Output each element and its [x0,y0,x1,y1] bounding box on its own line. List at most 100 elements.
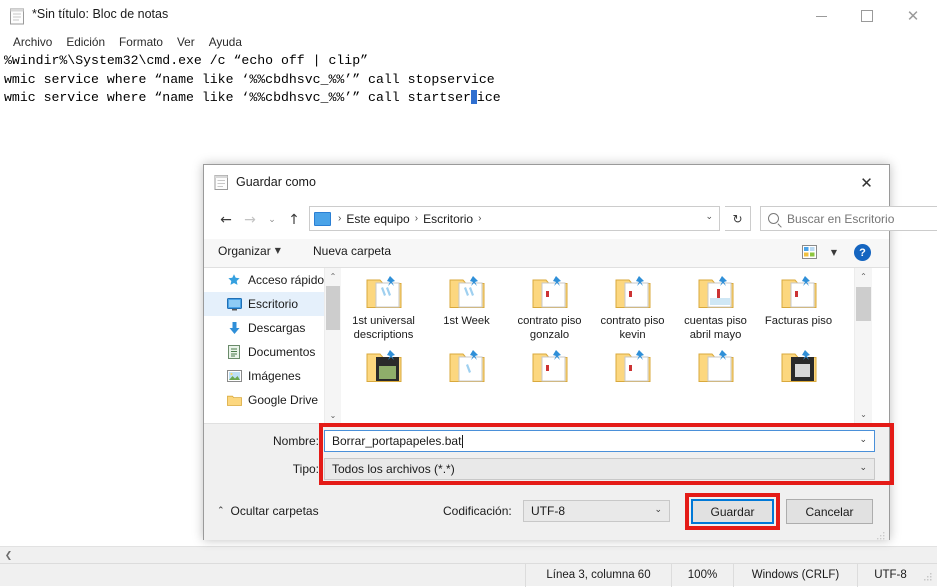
sidebar-item-documentos[interactable]: Documentos [204,340,341,364]
menu-item-ver[interactable]: Ver [170,34,202,50]
folder-shortcut-icon [363,274,405,312]
breadcrumb[interactable]: › Este equipo › Escritorio › ⌄ [309,206,720,231]
star-icon [226,272,242,288]
sidebar-item-label: Descargas [248,321,306,335]
refresh-button[interactable]: ↻ [725,206,751,231]
this-pc-icon [314,211,331,226]
chevron-down-icon[interactable]: ⌄ [859,435,867,445]
save-button[interactable]: Guardar [691,499,774,524]
scroll-left-icon[interactable]: ❮ [0,547,17,564]
breadcrumb-separator: › [478,213,482,224]
maximize-button[interactable] [844,0,890,32]
folder-shortcut-icon [529,348,571,386]
folder-shortcut-icon [612,348,654,386]
file-item[interactable]: Facturas piso [757,268,840,342]
chevron-down-icon[interactable]: ⌄ [859,463,867,473]
file-name: cuentas piso abril mayo [684,315,747,341]
file-item[interactable] [508,342,591,389]
help-button[interactable]: ? [854,244,871,261]
file-item[interactable]: contrato piso kevin [591,268,674,342]
sidebar-item-imagenes[interactable]: Imágenes [204,364,341,388]
arrow-up-icon: ↑ [288,212,300,228]
forward-button[interactable]: → [239,209,261,231]
menu-item-edicion[interactable]: Edición [59,34,112,50]
file-type-select[interactable]: Todos los archivos (*.*) ⌄ [324,458,875,480]
file-item[interactable] [591,342,674,389]
scroll-up-icon[interactable]: ⌃ [325,268,341,284]
file-item[interactable] [757,342,840,389]
sidebar-item-label: Documentos [248,345,316,359]
screen: *Sin título: Bloc de notas ✕ Archivo Edi… [0,0,937,587]
organizar-button[interactable]: Organizar ▼ [218,244,281,258]
chevron-down-icon[interactable]: ▼ [831,248,837,257]
ocultar-carpetas-label: Ocultar carpetas [230,504,319,518]
cancel-button[interactable]: Cancelar [786,499,873,524]
file-item[interactable] [674,342,757,389]
file-list-scrollbar[interactable]: ⌃ ⌄ [854,268,872,423]
menu-item-ayuda[interactable]: Ayuda [202,34,249,50]
view-mode-icon[interactable] [802,245,817,259]
resize-grip-icon [877,528,886,540]
sidebar-scrollbar[interactable]: ⌃ ⌄ [324,268,341,423]
breadcrumb-item-este-equipo[interactable]: Este equipo [346,212,409,226]
close-button[interactable]: ✕ [890,0,936,32]
file-item[interactable]: 1st Week [425,268,508,342]
folder-shortcut-icon [695,348,737,386]
menu-item-formato[interactable]: Formato [112,34,170,50]
navigation-sidebar: Acceso rápido Escritorio Descargas Docum… [204,268,341,423]
minimize-button[interactable] [798,0,844,32]
folder-shortcut-icon [529,274,571,312]
chevron-down-icon[interactable]: ⌄ [705,212,713,222]
back-button[interactable]: ← [215,209,237,231]
notepad-titlebar: *Sin título: Bloc de notas ✕ [0,0,937,32]
sidebar-item-descargas[interactable]: Descargas [204,316,341,340]
notepad-icon [9,7,25,25]
dialog-footer: ⌃ Ocultar carpetas Codificación: UTF-8 ⌄… [204,486,889,540]
folder-shortcut-icon [363,348,405,386]
file-item[interactable]: 1st universal descriptions [342,268,425,342]
sidebar-item-escritorio[interactable]: Escritorio [204,292,341,316]
file-name: contrato piso kevin [600,315,665,341]
encoding-select[interactable]: UTF-8 ⌄ [523,500,670,522]
file-item[interactable]: contrato piso gonzalo [508,268,591,342]
document-icon [226,344,242,360]
recent-locations-button[interactable]: ⌄ [261,209,283,231]
ocultar-carpetas-toggle[interactable]: ⌃ Ocultar carpetas [217,504,319,518]
file-row-2 [342,342,872,389]
file-item[interactable] [342,342,425,389]
text-line-3: wmic service where “name like ‘%%cbdhsvc… [4,90,471,106]
folder-shortcut-icon [695,274,737,312]
breadcrumb-item-escritorio[interactable]: Escritorio [423,212,473,226]
scroll-down-icon[interactable]: ⌄ [325,407,341,423]
search-input[interactable]: Buscar en Escritorio [760,206,937,231]
file-item[interactable] [425,342,508,389]
file-list-scroll-thumb[interactable] [856,287,871,321]
sidebar-item-acceso-rapido[interactable]: Acceso rápido [204,268,341,292]
arrow-right-icon: → [244,212,256,228]
sidebar-item-label: Escritorio [248,297,299,311]
notepad-horizontal-scrollbar[interactable]: ❮ [0,546,937,564]
file-name: 1st universal descriptions [352,315,415,341]
scroll-up-icon[interactable]: ⌃ [855,268,872,285]
folder-shortcut-icon [778,348,820,386]
nueva-carpeta-button[interactable]: Nueva carpeta [313,244,391,258]
sidebar-item-label: Acceso rápido [248,273,325,287]
up-button[interactable]: ↑ [283,209,305,231]
download-icon [226,320,242,336]
folder-icon [226,392,242,408]
chevron-down-icon[interactable]: ⌄ [654,505,662,515]
encoding-value: UTF-8 [531,504,565,518]
minimize-icon [815,15,827,17]
scroll-down-icon[interactable]: ⌄ [855,406,872,423]
search-icon [768,213,779,224]
file-name-input[interactable]: Borrar_portapapeles.bat ⌄ [324,430,875,452]
file-item[interactable]: cuentas piso abril mayo [674,268,757,342]
sidebar-scroll-thumb[interactable] [326,286,340,330]
menu-item-archivo[interactable]: Archivo [6,34,59,50]
file-list[interactable]: 1st universal descriptions 1st Week cont… [342,268,872,423]
chevron-up-icon: ⌃ [217,506,225,516]
scroll-right-icon[interactable] [920,547,937,564]
sidebar-item-google-drive[interactable]: Google Drive [204,388,341,412]
dialog-toolbar: Organizar ▼ Nueva carpeta ▼ ? [204,239,889,268]
dialog-close-button[interactable]: ✕ [844,165,889,201]
